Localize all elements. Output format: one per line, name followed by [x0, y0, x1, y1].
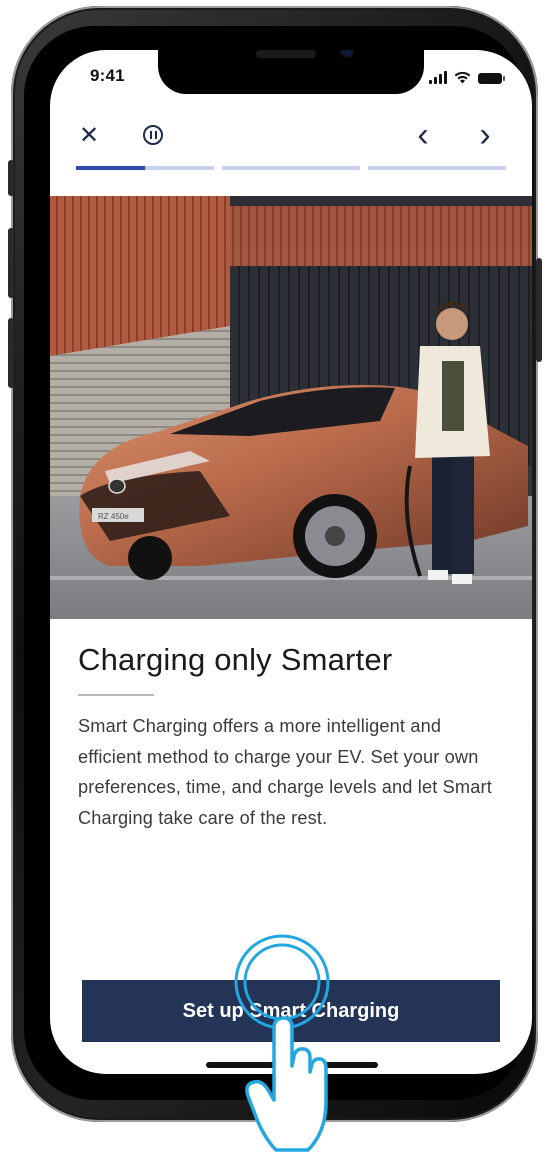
pause-icon [143, 125, 163, 145]
hero-image: RZ 450e [50, 196, 532, 619]
page: 9:41 ✕ ‹ › RZ 450e Charging only Smarter… [0, 0, 548, 1161]
progress-segment [76, 166, 214, 170]
chevron-left-icon[interactable]: ‹ [408, 116, 438, 154]
setup-smart-charging-button[interactable]: Set up Smart Charging [82, 980, 500, 1042]
status-icons [429, 68, 505, 84]
car-photo: RZ 450e [50, 196, 532, 619]
notch [158, 50, 424, 94]
power-button [536, 258, 542, 362]
mute-switch [8, 160, 14, 196]
battery-icon [478, 73, 505, 84]
wifi-icon [454, 71, 471, 84]
speaker-grille [256, 50, 316, 58]
phone-screen: 9:41 ✕ ‹ › RZ 450e Charging only Smarter… [50, 50, 532, 1074]
story-progress [76, 166, 506, 170]
progress-segment [368, 166, 506, 170]
story-controls: ✕ ‹ › [50, 114, 532, 154]
status-time: 9:41 [90, 66, 125, 85]
description-text: Smart Charging offers a more intelligent… [78, 716, 492, 828]
chevron-right-icon[interactable]: › [470, 116, 500, 154]
volume-up-button [8, 228, 14, 298]
home-indicator [206, 1062, 378, 1068]
progress-segment [222, 166, 360, 170]
license-plate-text: RZ 450e [98, 512, 129, 521]
signal-icon [429, 71, 447, 84]
page-title: Charging only Smarter [78, 642, 393, 677]
volume-down-button [8, 318, 14, 388]
progress-segment-fill [76, 166, 145, 170]
pause-button[interactable] [138, 120, 168, 150]
front-camera [342, 50, 352, 56]
title-divider [78, 694, 154, 696]
close-icon[interactable]: ✕ [74, 120, 104, 150]
